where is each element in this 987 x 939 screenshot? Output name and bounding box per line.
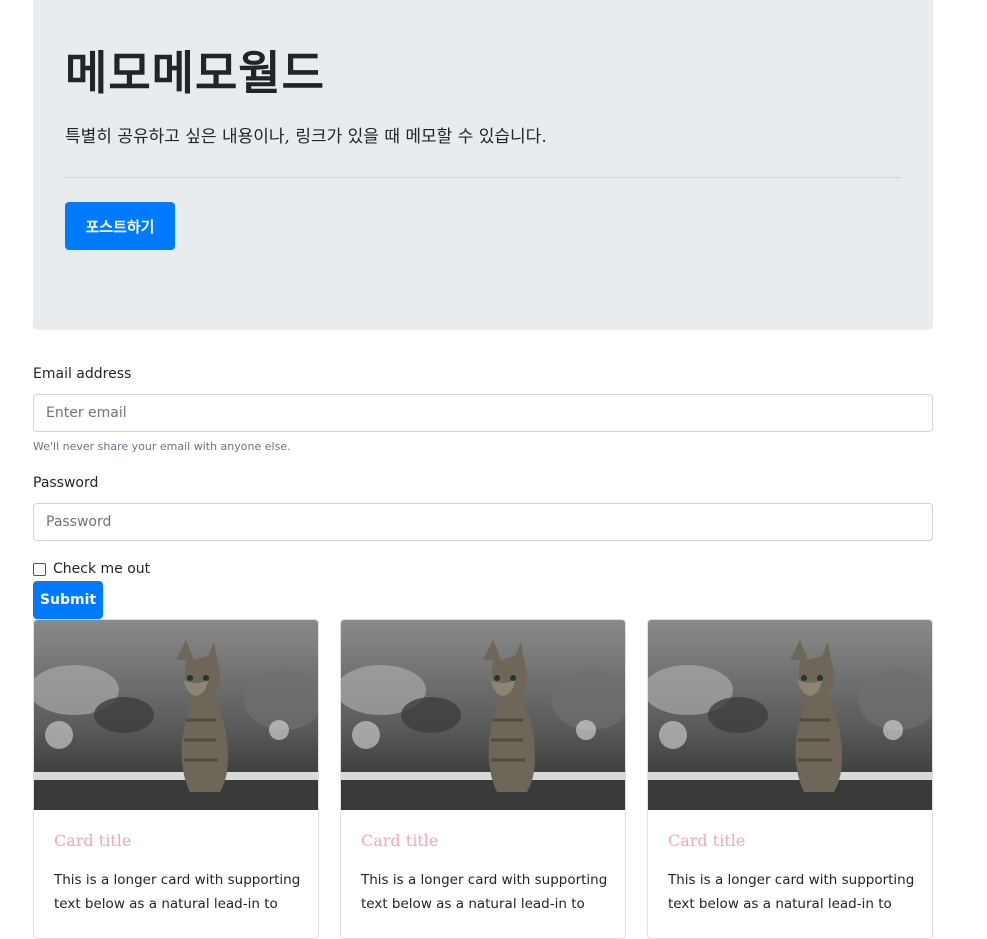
divider bbox=[65, 177, 901, 178]
submit-button[interactable]: Submit bbox=[33, 581, 103, 619]
checkbox-row: Check me out bbox=[33, 561, 150, 577]
card: Card title This is a longer card with su… bbox=[33, 619, 319, 939]
jumbotron: 메모메모월드 특별히 공유하고 싶은 내용이나, 링크가 있을 때 메모할 수 … bbox=[33, 0, 933, 330]
card-text: This is a longer card with supporting te… bbox=[54, 872, 301, 912]
card-title: Card title bbox=[54, 831, 132, 850]
card-title: Card title bbox=[361, 831, 439, 850]
post-button[interactable]: 포스트하기 bbox=[65, 202, 175, 250]
page-title: 메모메모월드 bbox=[65, 46, 325, 100]
kitten-image bbox=[341, 620, 625, 810]
check-me-out-checkbox[interactable] bbox=[33, 562, 46, 576]
card: Card title This is a longer card with su… bbox=[340, 619, 626, 939]
card-title: Card title bbox=[668, 831, 746, 850]
card-text: This is a longer card with supporting te… bbox=[361, 872, 608, 912]
password-field[interactable] bbox=[33, 503, 933, 541]
email-help-text: We'll never share your email with anyone… bbox=[33, 440, 291, 453]
checkbox-label[interactable]: Check me out bbox=[53, 561, 150, 577]
kitten-image bbox=[648, 620, 932, 810]
password-label: Password bbox=[33, 475, 99, 491]
email-field[interactable] bbox=[33, 394, 933, 432]
card: Card title This is a longer card with su… bbox=[647, 619, 933, 939]
kitten-image bbox=[34, 620, 318, 810]
card-text: This is a longer card with supporting te… bbox=[668, 872, 915, 912]
jumbotron-lead: 특별히 공유하고 싶은 내용이나, 링크가 있을 때 메모할 수 있습니다. bbox=[65, 127, 547, 147]
email-label: Email address bbox=[33, 366, 132, 382]
